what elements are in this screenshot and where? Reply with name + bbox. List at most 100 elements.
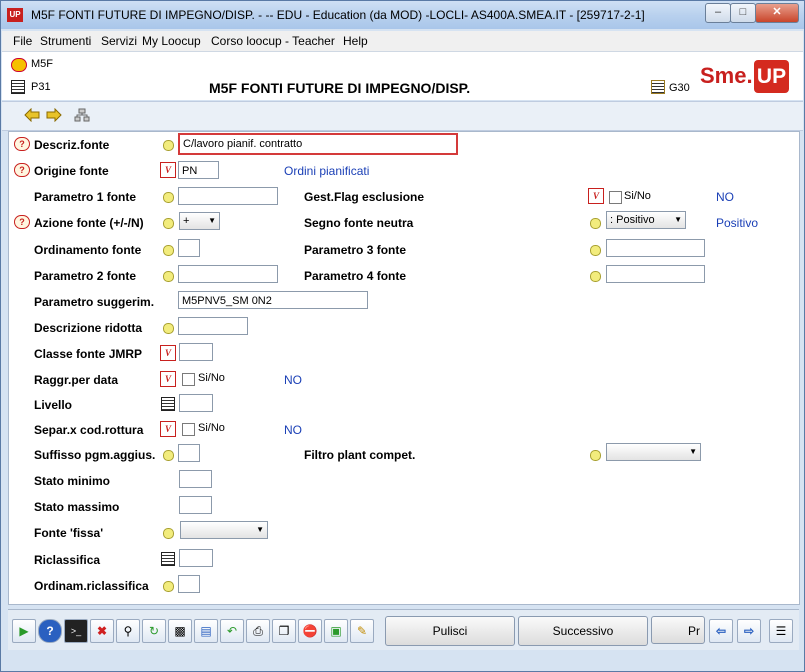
suffisso-label: Suffisso pgm.aggius. <box>34 448 156 462</box>
pulisci-button[interactable]: Pulisci <box>385 616 515 646</box>
segno-fonte-value: Positivo <box>716 216 759 230</box>
copy-icon[interactable]: ❐ <box>272 619 296 643</box>
ordinam-ricl-input[interactable] <box>178 575 200 593</box>
raggr-data-label: Raggr.per data <box>34 373 119 387</box>
play-icon[interactable]: ▶ <box>12 619 36 643</box>
descrizione-ridotta-label: Descrizione ridotta <box>34 321 143 335</box>
stop-icon[interactable]: ⛔ <box>298 619 322 643</box>
help-icon[interactable]: ? <box>14 163 30 177</box>
pr-button[interactable]: Pr <box>651 616 705 644</box>
fonte-fissa-select[interactable]: ▼ <box>180 521 268 539</box>
bulb-icon <box>590 245 601 256</box>
help-icon[interactable]: ? <box>38 619 62 643</box>
classe-fonte-input[interactable] <box>179 343 213 361</box>
segno-fonte-select[interactable]: : Positivo ▼ <box>606 211 686 229</box>
descrizione-ridotta-input[interactable] <box>178 317 248 335</box>
descriz-fonte-input[interactable]: C/lavoro pianif. contratto <box>178 133 458 155</box>
minimize-button[interactable]: – <box>705 3 731 23</box>
ordinam-ricl-label: Ordinam.riclassifica <box>34 579 149 593</box>
raggr-data-checkbox[interactable] <box>182 373 195 386</box>
parametro3-input[interactable] <box>606 239 705 257</box>
list-icon[interactable]: ☰ <box>769 619 793 643</box>
bulb-icon <box>590 218 601 229</box>
edit-grid-icon[interactable] <box>651 80 665 94</box>
parametro1-input[interactable] <box>178 187 278 205</box>
livello-label: Livello <box>34 398 73 412</box>
secondary-toolbar <box>2 101 803 131</box>
save-as-icon[interactable]: ▤ <box>194 619 218 643</box>
status-bar <box>2 651 803 671</box>
forward-arrow-icon[interactable] <box>46 107 62 123</box>
separ-cod-checkbox[interactable] <box>182 423 195 436</box>
console-icon[interactable]: >_ <box>64 619 88 643</box>
help-icon[interactable]: ? <box>14 137 30 151</box>
riclassifica-input[interactable] <box>179 549 213 567</box>
gest-flag-value: NO <box>716 190 734 204</box>
menu-corso-loocup[interactable]: Corso loocup - Teacher <box>211 34 335 48</box>
separ-cod-value: NO <box>284 423 302 437</box>
bulb-icon <box>590 271 601 282</box>
new-icon[interactable]: ▣ <box>324 619 348 643</box>
g30-label: G30 <box>669 82 690 94</box>
raggr-data-check-label: Si/No <box>198 372 225 384</box>
chevron-down-icon: ▼ <box>689 447 697 456</box>
value-list-icon[interactable]: V <box>588 188 604 204</box>
menu-help[interactable]: Help <box>343 34 368 48</box>
raggr-data-value: NO <box>284 373 302 387</box>
window-title: M5F FONTI FUTURE DI IMPEGNO/DISP. - -- E… <box>31 8 645 22</box>
undo-icon[interactable]: ↶ <box>220 619 244 643</box>
suffisso-input[interactable] <box>178 444 200 462</box>
help-icon[interactable]: ? <box>14 215 30 229</box>
gest-flag-checkbox[interactable] <box>609 191 622 204</box>
stato-massimo-input[interactable] <box>179 496 212 514</box>
save-icon[interactable]: ▩ <box>168 619 192 643</box>
header-code2: P31 <box>31 81 51 93</box>
menu-servizi[interactable]: Servizi <box>101 34 137 48</box>
back-arrow-icon[interactable] <box>24 107 40 123</box>
arrow-left-icon[interactable]: ⇦ <box>709 619 733 643</box>
azione-fonte-select[interactable]: + ▼ <box>179 212 220 230</box>
parametro2-input[interactable] <box>178 265 278 283</box>
gest-flag-check-label: Si/No <box>624 190 651 202</box>
grid-icon[interactable] <box>161 552 175 566</box>
stato-massimo-label: Stato massimo <box>34 500 120 514</box>
parametro4-input[interactable] <box>606 265 705 283</box>
value-list-icon[interactable]: V <box>160 371 176 387</box>
menu-my-loocup[interactable]: My Loocup <box>142 34 201 48</box>
title-bar: UP M5F FONTI FUTURE DI IMPEGNO/DISP. - -… <box>1 1 804 29</box>
value-list-icon[interactable]: V <box>160 421 176 437</box>
gest-flag-label: Gest.Flag esclusione <box>304 190 425 204</box>
close-button[interactable]: ✕ <box>755 3 799 23</box>
parametro1-label: Parametro 1 fonte <box>34 190 137 204</box>
wand-icon[interactable]: ✎ <box>350 619 374 643</box>
delete-icon[interactable]: ✖ <box>90 619 114 643</box>
livello-input[interactable] <box>179 394 213 412</box>
arrow-right-icon[interactable]: ⇨ <box>737 619 761 643</box>
page-title: M5F FONTI FUTURE DI IMPEGNO/DISP. <box>209 80 471 96</box>
bulb-icon <box>163 581 174 592</box>
grid-icon[interactable] <box>161 397 175 411</box>
origine-fonte-desc: Ordini pianificati <box>284 164 370 178</box>
chevron-down-icon: ▼ <box>208 216 216 225</box>
search-icon[interactable]: ⚲ <box>116 619 140 643</box>
bulb-icon <box>163 245 174 256</box>
maximize-button[interactable]: □ <box>730 3 756 23</box>
stato-minimo-input[interactable] <box>179 470 212 488</box>
smeup-logo: Sme. UP <box>698 60 790 94</box>
descriz-fonte-label: Descriz.fonte <box>34 138 110 152</box>
tree-icon[interactable] <box>74 108 90 122</box>
chevron-down-icon: ▼ <box>674 215 682 224</box>
menu-strumenti[interactable]: Strumenti <box>40 34 91 48</box>
value-list-icon[interactable]: V <box>160 345 176 361</box>
grid-icon <box>11 80 25 94</box>
filtro-plant-select[interactable]: ▼ <box>606 443 701 461</box>
refresh-icon[interactable]: ↻ <box>142 619 166 643</box>
successivo-button[interactable]: Successivo <box>518 616 648 646</box>
ordinamento-input[interactable] <box>178 239 200 257</box>
menu-file[interactable]: File <box>13 34 32 48</box>
value-list-icon[interactable]: V <box>160 162 176 178</box>
print-icon[interactable]: ⎙ <box>246 619 270 643</box>
parametro-sugg-input[interactable]: M5PNV5_SM 0N2 <box>178 291 368 309</box>
origine-fonte-input[interactable]: PN <box>178 161 219 179</box>
bulb-icon <box>163 192 174 203</box>
